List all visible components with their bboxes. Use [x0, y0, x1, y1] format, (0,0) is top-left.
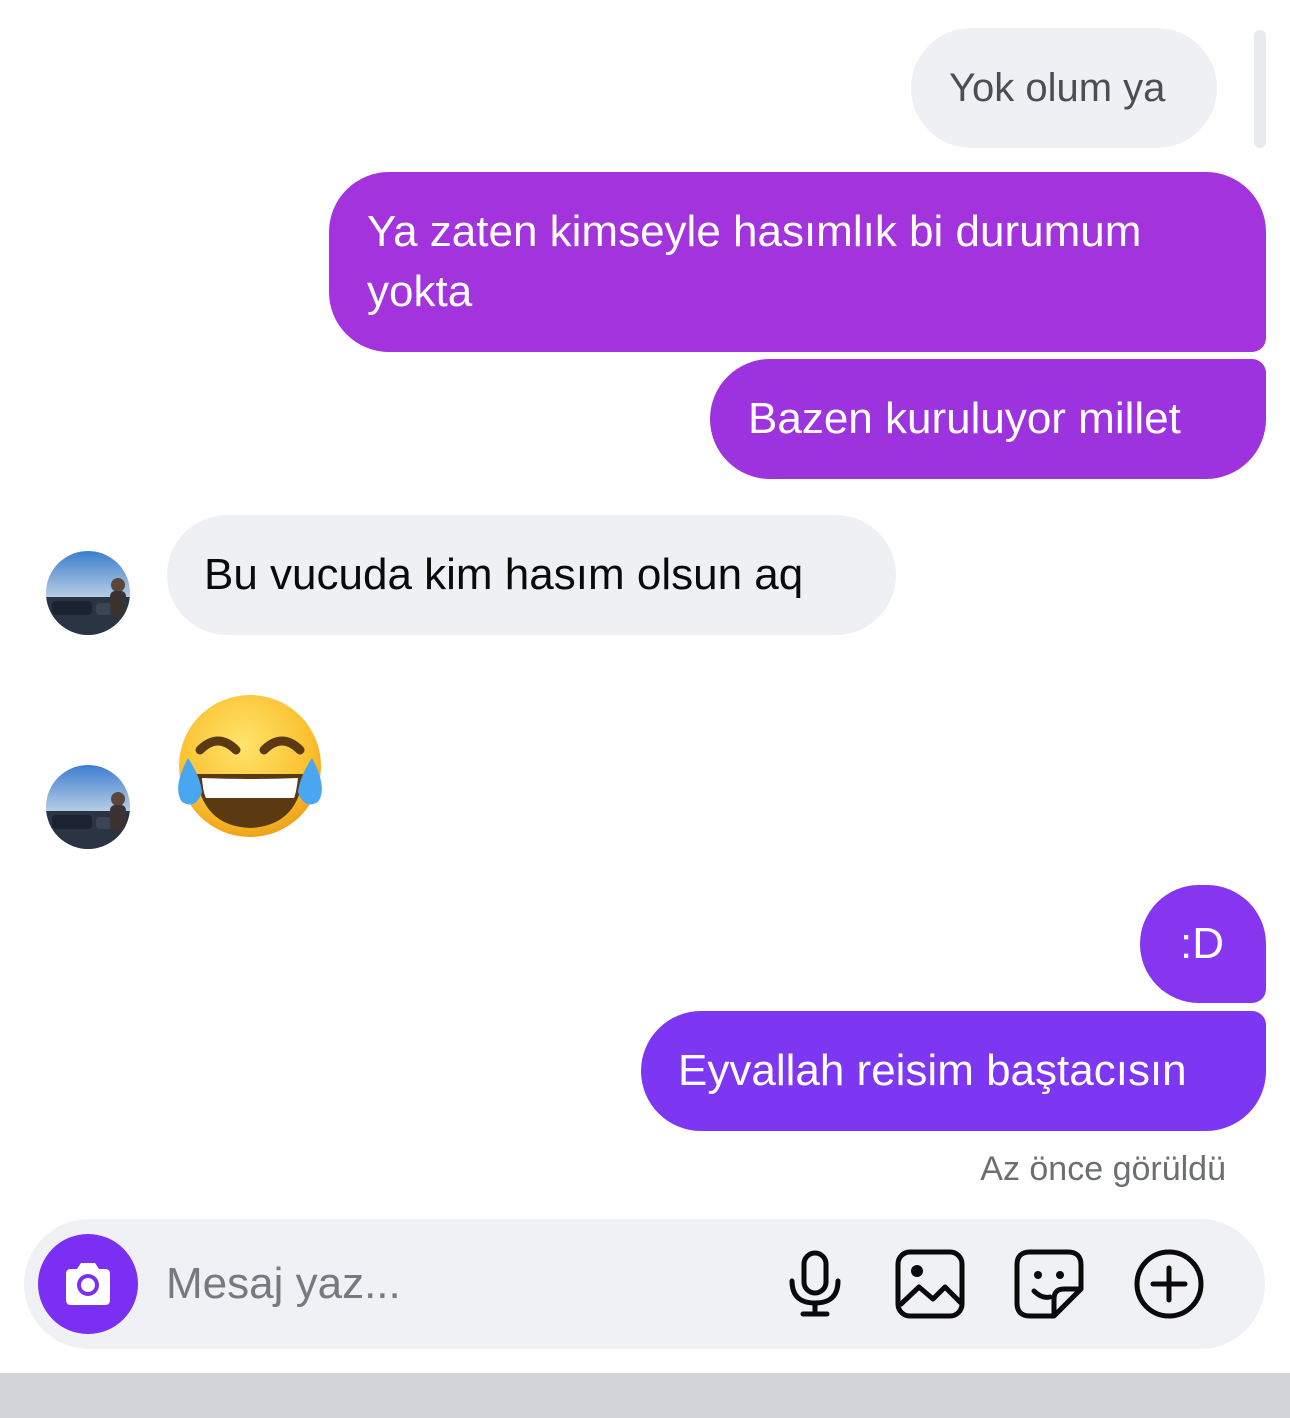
- message-text-line: yokta: [367, 267, 473, 316]
- camera-icon: [66, 1263, 110, 1305]
- contact-avatar[interactable]: [46, 551, 130, 635]
- message-emoji[interactable]: [170, 692, 330, 842]
- message-text: Yok olum ya: [949, 66, 1166, 110]
- avatar-image: [46, 765, 130, 849]
- message-bubble-incoming[interactable]: Bu vucuda kim hasım olsun aq: [167, 515, 896, 635]
- sticker-button[interactable]: [1012, 1247, 1086, 1321]
- message-text: :D: [1180, 919, 1224, 968]
- message-bubble-outgoing[interactable]: Bazen kuruluyor millet: [710, 359, 1266, 479]
- plus-icon: [1134, 1249, 1204, 1319]
- message-bubble-outgoing[interactable]: :D: [1140, 885, 1266, 1003]
- chat-screen: Yok olum ya Ya zaten kimseyle hasımlık b…: [0, 0, 1290, 1418]
- message-text: Eyvallah reisim baştacısın: [678, 1046, 1187, 1095]
- message-text: Bazen kuruluyor millet: [748, 394, 1181, 443]
- message-text-line: Ya zaten kimseyle hasımlık bi durumum: [367, 207, 1142, 256]
- sticker-icon: [1014, 1249, 1084, 1319]
- message-input[interactable]: [166, 1252, 766, 1316]
- message-bubble-outgoing[interactable]: Eyvallah reisim baştacısın: [641, 1011, 1266, 1131]
- face-with-tears-of-joy-icon: [178, 695, 322, 837]
- message-composer: [24, 1219, 1265, 1349]
- image-icon: [895, 1249, 965, 1319]
- message-bubble-incoming[interactable]: Yok olum ya: [911, 28, 1217, 148]
- message-text: Bu vucuda kim hasım olsun aq: [204, 550, 804, 599]
- contact-avatar[interactable]: [46, 765, 130, 849]
- message-bubble-outgoing[interactable]: Ya zaten kimseyle hasımlık bi durumum yo…: [329, 172, 1266, 352]
- add-button[interactable]: [1132, 1247, 1206, 1321]
- keyboard-top-bar: [0, 1373, 1290, 1418]
- gallery-button[interactable]: [893, 1247, 967, 1321]
- scrollbar[interactable]: [1254, 30, 1266, 148]
- camera-button[interactable]: [38, 1234, 138, 1334]
- seen-status: Az önce görüldü: [980, 1150, 1226, 1188]
- avatar-image: [46, 551, 130, 635]
- microphone-icon: [789, 1250, 841, 1317]
- microphone-button[interactable]: [778, 1247, 852, 1321]
